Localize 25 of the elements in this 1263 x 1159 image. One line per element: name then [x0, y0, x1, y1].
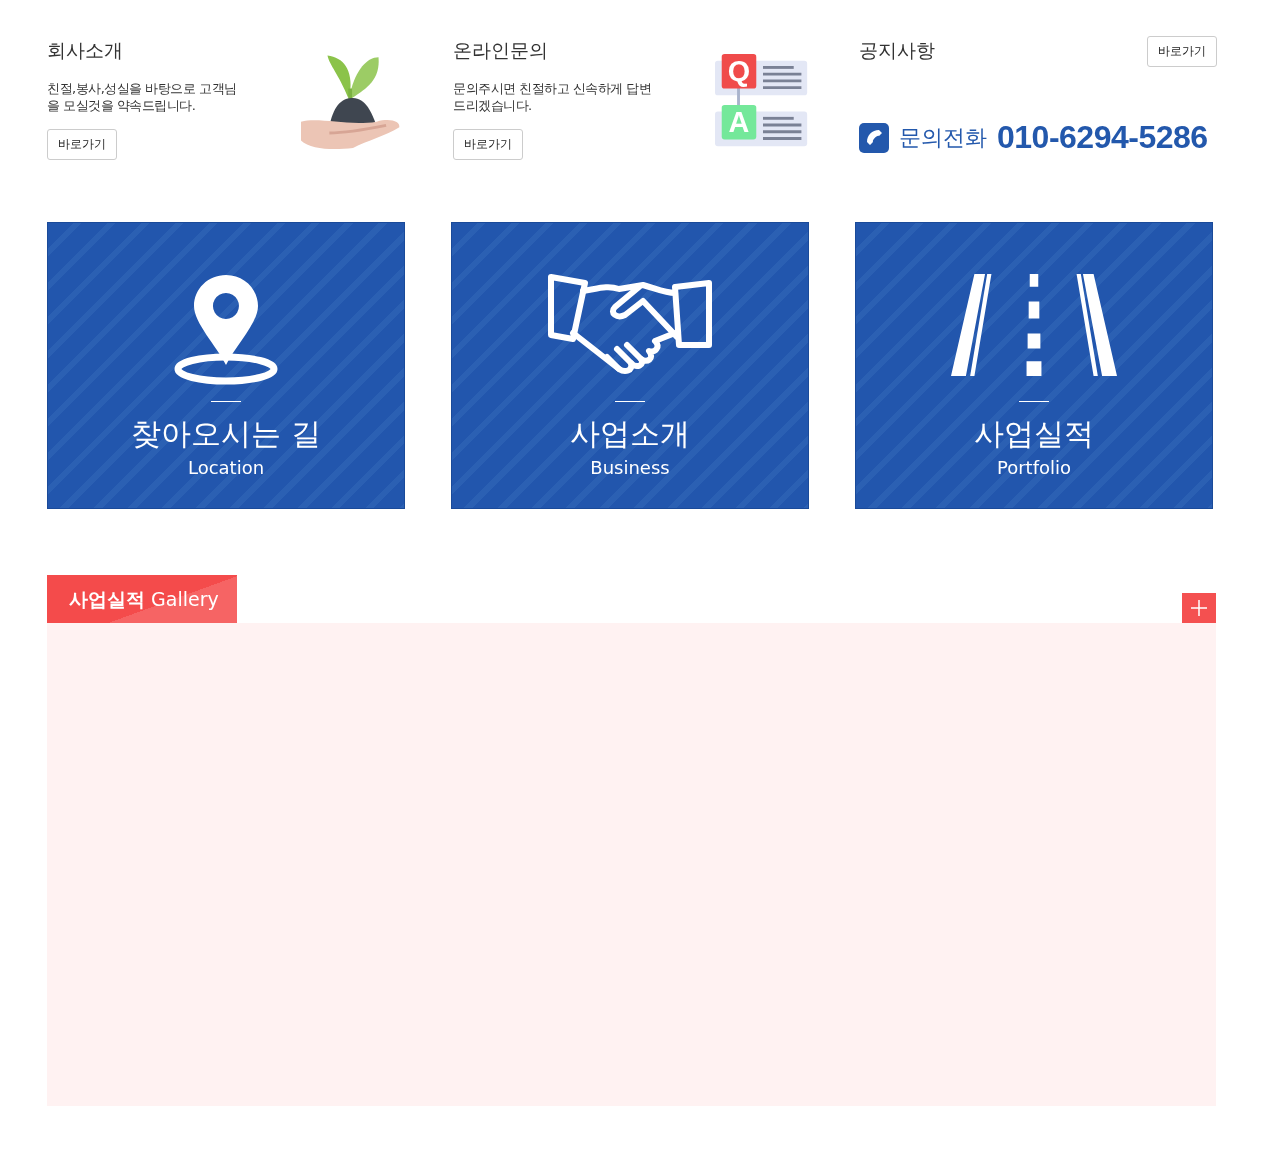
- card-title: 찾아오시는 길: [131, 415, 321, 453]
- section-title: 회사소개: [47, 38, 123, 63]
- phone-label: 문의전화: [899, 123, 987, 152]
- link-card[interactable]: 찾아오시는 길 Location: [47, 222, 405, 509]
- card-title: 사업실적: [974, 415, 1094, 453]
- gallery-tab[interactable]: 사업실적 Gallery: [47, 575, 237, 623]
- road-icon: [951, 273, 1117, 377]
- phone-icon: [859, 122, 889, 153]
- card-subtitle: Location: [187, 457, 265, 478]
- card-subtitle: Business: [590, 457, 670, 478]
- link-card[interactable]: 사업실적 Portfolio: [855, 222, 1213, 509]
- card-subtitle: Portfolio: [996, 457, 1072, 478]
- handshake-icon: [547, 273, 713, 377]
- go-button[interactable]: 바로가기: [1147, 36, 1217, 67]
- go-button[interactable]: 바로가기: [47, 129, 117, 160]
- link-card[interactable]: 사업소개 Business: [451, 222, 809, 509]
- go-button[interactable]: 바로가기: [453, 129, 523, 160]
- section-description: 문의주시면 친절하고 신속하게 답변드리겠습니다.: [453, 80, 653, 114]
- location-pin-icon: [174, 273, 278, 385]
- card-title: 사업소개: [570, 415, 690, 453]
- phone-number: 010-6294-5286: [997, 119, 1208, 156]
- section-title: 온라인문의: [453, 38, 548, 63]
- section-description: 친절,봉사,성실을 바탕으로 고객님을 모실것을 약속드립니다.: [47, 80, 238, 114]
- section-title: 공지사항: [859, 38, 935, 63]
- plus-icon[interactable]: [1182, 593, 1216, 623]
